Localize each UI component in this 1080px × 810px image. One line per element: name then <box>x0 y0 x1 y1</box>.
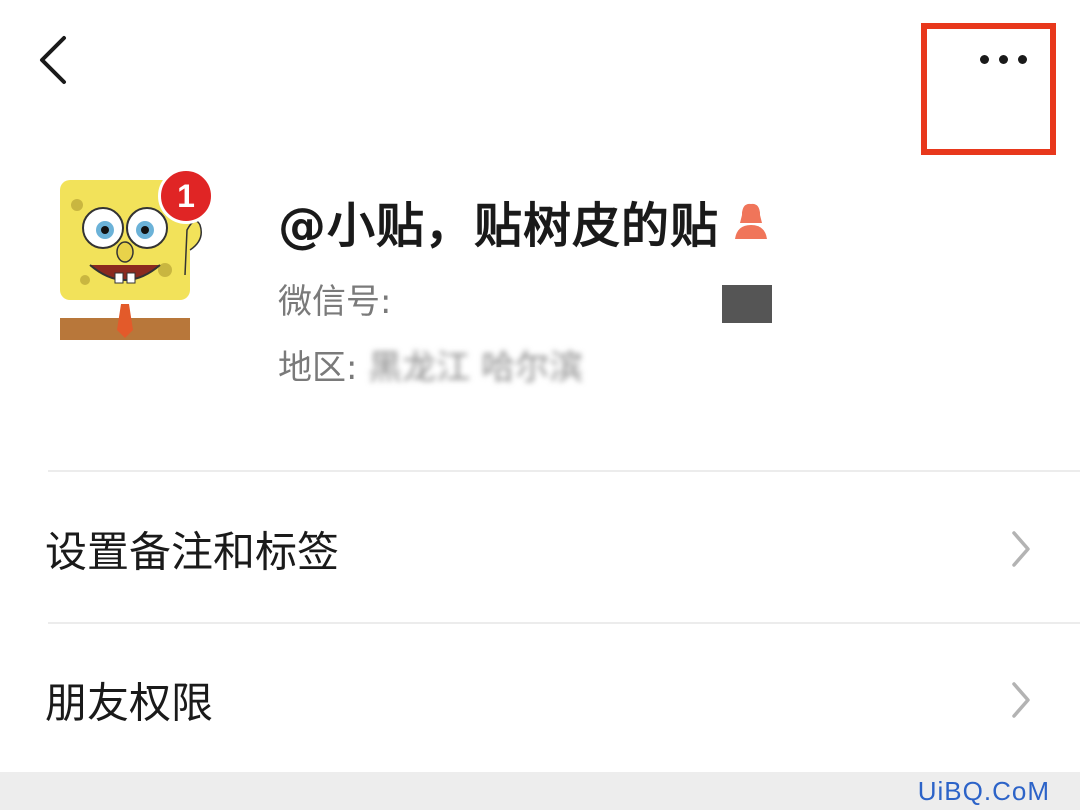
wechat-id-row: 微信号: <box>278 274 773 323</box>
region-row: 地区: 黑龙江 哈尔滨 <box>278 340 583 389</box>
divider <box>48 470 1080 472</box>
name-row: @小贴，贴树皮的贴 <box>278 186 771 256</box>
chevron-right-icon <box>1012 682 1030 718</box>
menu-item-label: 设置备注和标签 <box>45 527 340 577</box>
region-label: 地区: <box>278 348 358 388</box>
female-user-icon <box>735 203 768 239</box>
unread-badge: 1 <box>158 168 214 224</box>
region-value: 黑龙江 哈尔滨 <box>368 348 584 388</box>
chevron-right-icon <box>1012 531 1030 567</box>
back-button[interactable] <box>30 30 80 90</box>
watermark: UiBQ.CoM <box>917 776 1050 806</box>
nickname: @小贴，贴树皮的贴 <box>278 198 720 254</box>
wechat-id-label: 微信号: <box>278 282 392 322</box>
chevron-left-icon <box>40 36 66 84</box>
set-remark-and-tags-item[interactable]: 设置备注和标签 <box>0 475 1080 623</box>
divider <box>48 622 1080 624</box>
highlight-annotation-box <box>921 23 1056 155</box>
wechat-id-redacted <box>722 284 773 323</box>
top-navigation-bar <box>0 0 1080 155</box>
friend-permissions-item[interactable]: 朋友权限 <box>0 626 1080 774</box>
menu-item-label: 朋友权限 <box>45 678 214 728</box>
